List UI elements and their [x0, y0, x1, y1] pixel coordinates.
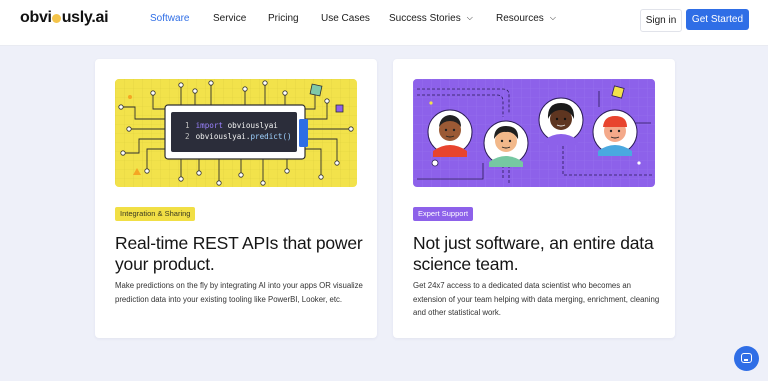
card-title: Not just software, an entire data scienc…	[413, 233, 654, 274]
nav-item-label: Resources	[496, 13, 544, 24]
nav-item-success-stories[interactable]: Success Stories ⌵	[389, 13, 473, 24]
nav-item-service[interactable]: Service	[213, 13, 246, 24]
logo[interactable]: obvi usly.ai	[20, 9, 109, 27]
logo-text-end: usly.ai	[61, 9, 109, 26]
sign-in-button[interactable]: Sign in	[640, 9, 682, 32]
feature-card-support: Expert Support Not just software, an ent…	[393, 59, 675, 338]
category-tag: Integration & Sharing	[115, 207, 196, 221]
nav-item-label: Pricing	[268, 13, 299, 24]
nav-item-use-cases[interactable]: Use Cases	[321, 13, 370, 24]
top-nav: obvi usly.ai Software Service Pricing Use…	[0, 0, 768, 46]
nav-item-label: Service	[213, 13, 247, 24]
code-snippet: 1 import obviouslyai 2 obviouslyai.predict…	[185, 120, 305, 160]
code-text: obviouslyai	[223, 121, 278, 130]
chat-launcher-button[interactable]	[734, 346, 759, 371]
nav-item-label: Use Cases	[321, 13, 370, 24]
category-tag: Expert Support	[413, 207, 474, 221]
card-title: Real-time REST APIs that power your prod…	[115, 233, 363, 274]
get-started-button[interactable]: Get Started	[686, 9, 749, 30]
code-text: obviouslyai.	[195, 132, 251, 141]
chevron-down-icon: ⌵	[466, 13, 473, 22]
chevron-down-icon: ⌵	[549, 13, 556, 22]
code-line: 2 obviouslyai.predict()	[185, 131, 305, 142]
nav-item-label: Software	[150, 13, 190, 24]
line-number: 1	[185, 121, 190, 130]
nav-item-resources[interactable]: Resources ⌵	[496, 13, 556, 24]
nav-item-label: Success Stories	[389, 13, 461, 24]
line-number: 2	[185, 132, 190, 141]
code-call: predict()	[250, 132, 292, 141]
nav-item-software[interactable]: Software	[150, 13, 189, 24]
team-illustration	[413, 79, 655, 187]
feature-card-api: 1 import obviouslyai 2 obviouslyai.predict…	[95, 59, 377, 338]
logo-text-start: obvi	[20, 9, 52, 26]
code-line: 1 import obviouslyai	[185, 120, 305, 131]
chat-bubble-icon	[741, 353, 752, 363]
code-keyword: import	[195, 121, 224, 130]
logo-eye-icon	[52, 14, 62, 23]
card-description: Make predictions on the fly by integrati…	[115, 281, 363, 304]
nav-item-pricing[interactable]: Pricing	[268, 13, 299, 24]
card-description: Get 24x7 access to a dedicated data scie…	[413, 281, 660, 317]
